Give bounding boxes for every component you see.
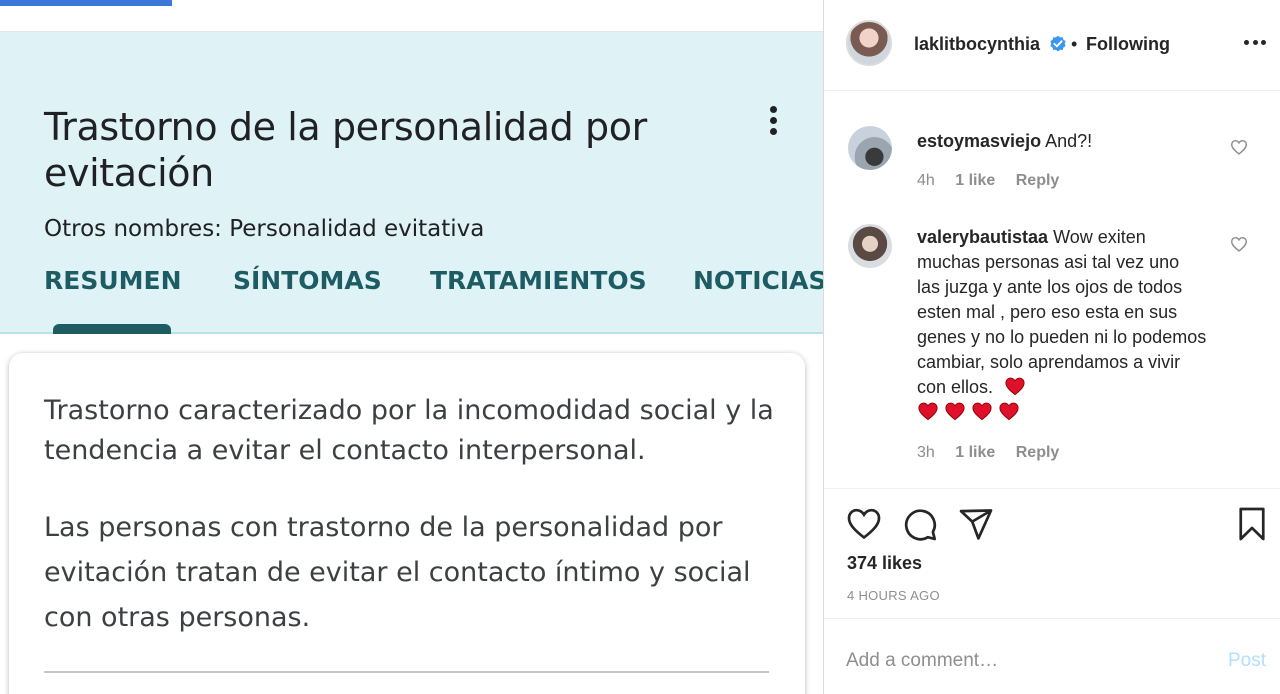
browser-top-bar bbox=[0, 0, 823, 32]
divider bbox=[44, 671, 769, 673]
comment-body: Wow exiten muchas personas asi tal vez u… bbox=[917, 227, 1207, 397]
other-names: Otros nombres: Personalidad evitativa bbox=[44, 216, 485, 242]
avatar[interactable] bbox=[848, 224, 892, 268]
comment-meta: 4h 1 like Reply bbox=[917, 172, 1075, 190]
post-owner-username[interactable]: laklitbocynthia bbox=[914, 34, 1040, 55]
description-paragraph: Las personas con trastorno de la persona… bbox=[44, 512, 751, 633]
more-options-icon[interactable] bbox=[1244, 40, 1266, 48]
post-comment-button[interactable]: Post bbox=[1228, 650, 1266, 672]
comment-meta: 3h 1 like Reply bbox=[917, 444, 1075, 462]
post-action-bar: 374 likes 4 HOURS AGO bbox=[824, 488, 1280, 618]
tab-tratamientos: TRATAMIENTOS bbox=[430, 266, 647, 295]
red-heart-emoji-icon bbox=[999, 402, 1019, 421]
tab-noticias: NOTICIAS bbox=[693, 266, 823, 295]
comment-text: valerybautistaa Wow exiten muchas person… bbox=[917, 225, 1207, 425]
red-heart-emoji-icon bbox=[918, 402, 938, 421]
comment-likes[interactable]: 1 like bbox=[955, 444, 995, 461]
comment-body: And?! bbox=[1045, 131, 1093, 151]
heart-icon[interactable] bbox=[1230, 139, 1248, 155]
post-side-panel: laklitbocynthia • Following estoymasviej… bbox=[823, 0, 1280, 694]
share-icon[interactable] bbox=[958, 506, 994, 542]
description-paragraph: Trastorno caracterizado por la incomodid… bbox=[44, 395, 774, 466]
comment-time[interactable]: 4h bbox=[917, 172, 935, 189]
tab-sintomas: SÍNTOMAS bbox=[233, 266, 382, 295]
reply-button[interactable]: Reply bbox=[1016, 172, 1060, 189]
heart-icon[interactable] bbox=[846, 506, 882, 542]
description-card: Trastorno caracterizado por la incomodid… bbox=[9, 353, 805, 694]
post-timestamp[interactable]: 4 HOURS AGO bbox=[847, 588, 940, 603]
separator-dot: • bbox=[1071, 34, 1078, 54]
verified-badge-icon bbox=[1050, 35, 1066, 52]
active-tab-indicator bbox=[53, 324, 171, 334]
tab-resumen: RESUMEN bbox=[44, 266, 182, 295]
red-heart-emoji-icon bbox=[1005, 377, 1025, 396]
comment-username[interactable]: valerybautistaa bbox=[917, 227, 1048, 247]
comment-icon[interactable] bbox=[902, 506, 938, 542]
following-button[interactable]: Following bbox=[1086, 34, 1170, 55]
card-title: Trastorno de la personalidad por evitaci… bbox=[44, 105, 647, 195]
comment-likes[interactable]: 1 like bbox=[955, 172, 995, 189]
page-load-progress bbox=[0, 0, 172, 6]
avatar[interactable] bbox=[846, 20, 892, 66]
red-heart-emoji-icon bbox=[972, 402, 992, 421]
card-tabs: RESUMEN SÍNTOMAS TRATAMIENTOS NOTICIAS bbox=[0, 266, 823, 306]
post-header: laklitbocynthia • Following bbox=[824, 0, 1280, 91]
add-comment-section: Post bbox=[824, 618, 1280, 694]
bookmark-icon[interactable] bbox=[1234, 506, 1270, 542]
reply-button[interactable]: Reply bbox=[1016, 444, 1060, 461]
comment-time[interactable]: 3h bbox=[917, 444, 935, 461]
comment-text: estoymasviejo And?! bbox=[917, 129, 1207, 154]
comment-input[interactable] bbox=[846, 647, 1176, 675]
avatar[interactable] bbox=[848, 126, 892, 170]
heart-icon[interactable] bbox=[1230, 236, 1248, 252]
post-image: Trastorno de la personalidad por evitaci… bbox=[0, 0, 823, 694]
comment-username[interactable]: estoymasviejo bbox=[917, 131, 1041, 151]
red-heart-emoji-icon bbox=[945, 402, 965, 421]
kebab-menu-icon bbox=[758, 102, 788, 138]
likes-count[interactable]: 374 likes bbox=[847, 553, 922, 574]
